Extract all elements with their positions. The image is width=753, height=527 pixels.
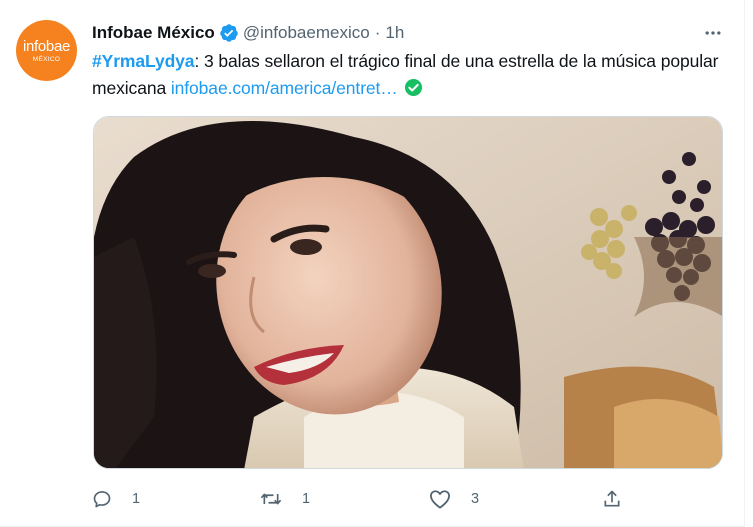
like-count: 3 — [471, 491, 480, 507]
reply-icon — [93, 491, 111, 508]
like-button[interactable]: 3 — [429, 485, 479, 513]
tweet-card[interactable]: infobae MÉXICO Infobae México @infobaeme… — [0, 0, 745, 527]
portrait-photo — [94, 117, 722, 468]
more-icon — [705, 31, 721, 35]
tweet-text: #YrmaLydya: 3 balas sellaron el trágico … — [92, 48, 722, 102]
retweet-count: 1 — [302, 491, 311, 507]
share-icon — [604, 490, 620, 507]
tweet-timestamp[interactable]: 1h — [385, 23, 404, 43]
account-name[interactable]: Infobae México — [92, 23, 215, 43]
tweet-photo[interactable] — [93, 116, 723, 469]
reply-button[interactable]: 1 — [92, 485, 140, 513]
avatar-subtitle: MÉXICO — [32, 56, 61, 63]
share-button[interactable] — [602, 485, 642, 513]
avatar[interactable]: infobae MÉXICO — [16, 20, 77, 81]
tweet-header: Infobae México @infobaemexico · 1h — [92, 22, 404, 44]
article-link[interactable]: infobae.com/america/entret… — [171, 78, 398, 98]
like-icon — [429, 490, 450, 509]
check-circle-icon — [404, 78, 422, 97]
retweet-icon — [260, 493, 282, 505]
reply-count: 1 — [132, 491, 141, 507]
hashtag-link[interactable]: #YrmaLydya — [92, 51, 195, 71]
more-options-button[interactable] — [700, 22, 726, 44]
separator-dot: · — [374, 23, 381, 42]
verified-icon — [220, 24, 238, 42]
account-handle[interactable]: @infobaemexico — [243, 23, 370, 43]
avatar-brand: infobae — [22, 38, 71, 55]
retweet-button[interactable]: 1 — [260, 485, 310, 513]
